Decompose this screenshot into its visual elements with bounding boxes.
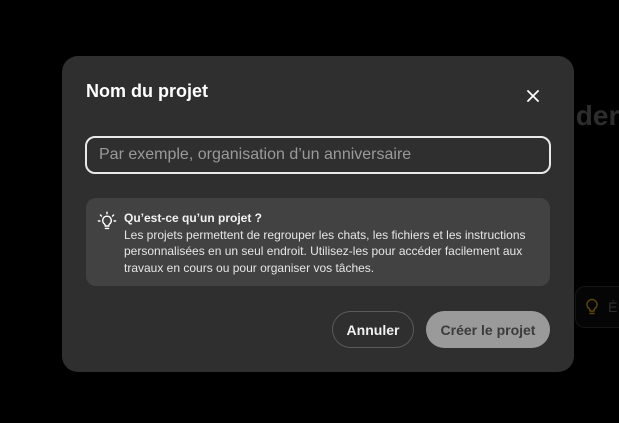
close-button[interactable] — [521, 84, 545, 108]
close-icon — [527, 90, 539, 102]
background-chip-label: É — [608, 299, 618, 315]
cancel-button[interactable]: Annuler — [332, 311, 414, 348]
background-suggestion-chip: É — [575, 286, 619, 328]
dialog-title: Nom du projet — [86, 81, 208, 101]
project-info-box: Qu’est-ce qu’un projet ? Les projets per… — [86, 198, 550, 286]
new-project-dialog: Nom du projet Qu’est-ce qu’un projet ? L… — [62, 56, 574, 372]
info-description: Les projets permettent de regrouper les … — [124, 227, 526, 275]
lightbulb-icon — [584, 298, 600, 316]
background-heading: ider — [568, 100, 619, 131]
lightbulb-icon — [97, 211, 117, 230]
project-name-input[interactable] — [85, 136, 551, 174]
info-title: Qu’est-ce qu’un projet ? — [124, 211, 263, 225]
create-project-button[interactable]: Créer le projet — [426, 311, 550, 348]
